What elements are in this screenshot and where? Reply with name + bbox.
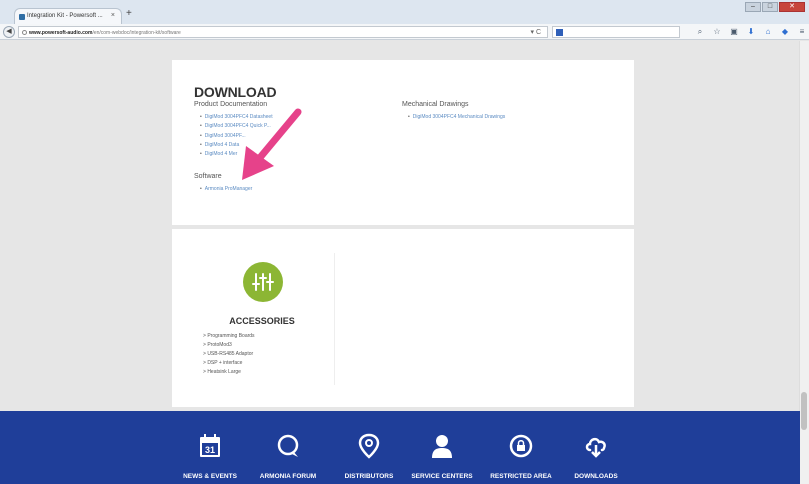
footer-distributors[interactable]: DISTRIBUTORS bbox=[329, 411, 409, 484]
mechanical-drawings-heading: Mechanical Drawings bbox=[402, 101, 469, 108]
browser-navbar: ◀ www.powersoft-audio.com/en/com-webdoc/… bbox=[0, 24, 809, 40]
list-item[interactable]: DSP + interface bbox=[203, 359, 255, 368]
tab-title: Integration Kit - Powersoft ... bbox=[27, 13, 103, 19]
minimize-button[interactable]: – bbox=[745, 2, 761, 12]
footer-label: NEWS & EVENTS bbox=[183, 473, 237, 480]
pocket-icon[interactable]: ◆ bbox=[780, 26, 790, 38]
footer-label: RESTRICTED AREA bbox=[490, 473, 552, 480]
url-bar[interactable]: www.powersoft-audio.com/en/com-webdoc/in… bbox=[18, 26, 548, 38]
close-window-button[interactable]: ✕ bbox=[779, 2, 805, 12]
footer-news-events[interactable]: 31 NEWS & EVENTS bbox=[170, 411, 250, 484]
person-icon bbox=[432, 435, 452, 458]
map-pin-icon bbox=[358, 433, 380, 459]
site-favicon-icon bbox=[19, 14, 25, 20]
accessories-divider bbox=[334, 253, 335, 385]
search-engine-icon[interactable] bbox=[556, 29, 563, 36]
search-icon[interactable]: ⌕ bbox=[695, 26, 705, 38]
star-icon[interactable]: ☆ bbox=[712, 26, 722, 38]
footer-label: DISTRIBUTORS bbox=[344, 473, 394, 480]
search-bar[interactable] bbox=[552, 26, 680, 38]
mechanical-drawings-list: DigiMod 3004PFC4 Mechanical Drawings bbox=[408, 113, 506, 122]
list-item[interactable]: Heatsink Large bbox=[203, 368, 255, 377]
annotation-arrow-icon bbox=[242, 108, 302, 180]
footer-downloads[interactable]: DOWNLOADS bbox=[556, 411, 636, 484]
list-item[interactable]: DigiMod 3004PFC4 Mechanical Drawings bbox=[408, 113, 506, 122]
maximize-button[interactable]: □ bbox=[762, 2, 778, 12]
list-item[interactable]: Armonia ProManager bbox=[200, 185, 253, 194]
browser-tab[interactable]: Integration Kit - Powersoft ... × bbox=[14, 8, 122, 24]
reload-icon[interactable]: ▾ C bbox=[530, 28, 541, 36]
calendar-day: 31 bbox=[205, 445, 215, 455]
globe-icon bbox=[22, 30, 27, 35]
download-title: DOWNLOAD bbox=[194, 84, 277, 100]
cloud-download-icon bbox=[585, 437, 606, 458]
scrollbar-thumb[interactable] bbox=[801, 392, 807, 430]
bookmarks-icon[interactable]: ▣ bbox=[729, 26, 739, 38]
new-tab-button[interactable]: + bbox=[126, 8, 132, 20]
list-item[interactable]: ProtoMod3 bbox=[203, 341, 255, 350]
window-controls: – □ ✕ bbox=[745, 2, 805, 12]
accessories-list: Programming Boards ProtoMod3 USB-RS485 A… bbox=[203, 332, 255, 377]
toolbar-icons: ⌕ ☆ ▣ ⬇ ⌂ ◆ ≡ bbox=[695, 26, 807, 38]
footer-label: ARMONIA FORUM bbox=[259, 473, 317, 480]
download-icon[interactable]: ⬇ bbox=[746, 26, 756, 38]
software-list: Armonia ProManager bbox=[200, 185, 253, 194]
url-path: /en/com-webdoc/integration-kit/software bbox=[92, 30, 181, 36]
url-host: www.powersoft-audio.com bbox=[29, 30, 93, 36]
list-item[interactable]: USB-RS485 Adaptor bbox=[203, 350, 255, 359]
calendar-icon: 31 bbox=[200, 434, 220, 457]
lock-icon bbox=[509, 434, 533, 458]
back-button[interactable]: ◀ bbox=[3, 26, 15, 38]
software-heading: Software bbox=[194, 173, 222, 180]
footer-label: SERVICE CENTERS bbox=[411, 473, 473, 480]
home-icon[interactable]: ⌂ bbox=[763, 26, 773, 38]
browser-titlebar: Integration Kit - Powersoft ... × + – □ … bbox=[0, 0, 809, 24]
accessories-title: ACCESSORIES bbox=[229, 316, 295, 326]
product-documentation-heading: Product Documentation bbox=[194, 101, 268, 108]
footer-restricted-area[interactable]: RESTRICTED AREA bbox=[481, 411, 561, 484]
footer-label: DOWNLOADS bbox=[574, 473, 618, 480]
footer-armonia-forum[interactable]: ARMONIA FORUM bbox=[248, 411, 328, 484]
site-footer: 31 NEWS & EVENTS ARMONIA FORUM DISTRIBUT… bbox=[0, 411, 800, 484]
sliders-icon bbox=[252, 273, 274, 291]
accessories-icon[interactable] bbox=[243, 262, 283, 302]
menu-icon[interactable]: ≡ bbox=[797, 26, 807, 38]
footer-service-centers[interactable]: SERVICE CENTERS bbox=[402, 411, 482, 484]
tab-close-icon[interactable]: × bbox=[111, 12, 115, 19]
list-item[interactable]: Programming Boards bbox=[203, 332, 254, 341]
chat-bubble-icon bbox=[277, 434, 299, 457]
